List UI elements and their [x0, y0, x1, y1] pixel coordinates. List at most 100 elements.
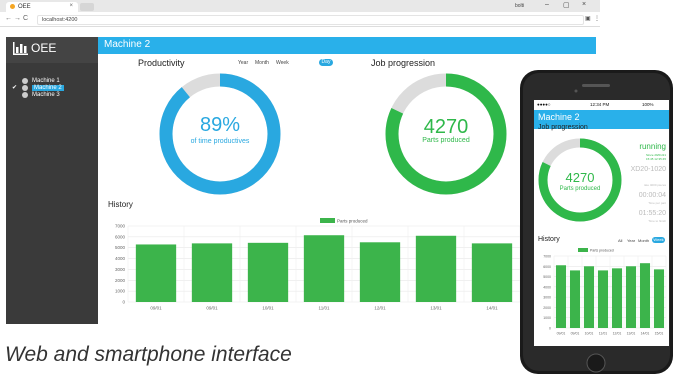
tab-week[interactable]: Week [276, 60, 289, 66]
phone-history-legend-swatch [578, 248, 588, 252]
history-bar [471, 243, 513, 302]
close-window-icon[interactable]: × [582, 1, 586, 8]
browser-tab[interactable]: OEE × [6, 2, 78, 12]
state-detail-2: 15:45 12:35:45 [645, 157, 666, 161]
history-x-tick-label: 11/01 [319, 306, 330, 311]
forward-icon[interactable]: → [14, 15, 21, 22]
machine-item-2[interactable]: ✔ Machine 2 [12, 85, 96, 92]
tab-year[interactable]: Year [238, 60, 248, 66]
history-y-tick-label: 3000 [115, 267, 126, 272]
phone-history-bar [555, 265, 567, 328]
new-tab-button[interactable] [80, 3, 94, 11]
machine-gear-icon [22, 85, 28, 91]
machine-checkbox[interactable] [12, 78, 19, 84]
history-x-tick-label: 10/01 [262, 306, 274, 311]
tab-month[interactable]: Month [255, 60, 269, 66]
machine-state: running [639, 142, 666, 151]
machine-list: Machine 1 ✔ Machine 2 Machine 3 [12, 78, 96, 99]
time-per-part-label: Time per part [648, 201, 666, 205]
phone-history-chart: Parts produced 0 1000 2000 3000 4000 5000 6000 7… [543, 248, 667, 336]
order-id: XD20-1020 [630, 166, 666, 173]
phone-history-x-tick-label: 14/01 [641, 332, 650, 336]
phone-tab-all[interactable]: All [618, 238, 622, 243]
phone-tab-year[interactable]: Year [627, 238, 635, 243]
history-y-tick-label: 1000 [115, 289, 126, 294]
job-progression-title: Job progression [371, 58, 436, 68]
phone-history-y-tick-label: 3000 [543, 296, 551, 300]
phone-history-y-tick-label: 0 [549, 327, 551, 331]
page-header [98, 37, 596, 54]
history-legend-swatch [320, 218, 335, 223]
menu-icon[interactable]: ⋮ [594, 15, 600, 22]
phone-history-y-tick-label: 5000 [543, 275, 551, 279]
history-y-tick-label: 7000 [115, 224, 126, 229]
history-bar [247, 242, 289, 302]
history-x-tick-label: 14/01 [486, 306, 498, 311]
phone-history-bar [653, 269, 665, 328]
page-title: Machine 2 [104, 39, 151, 50]
machine-gear-icon [22, 78, 28, 84]
machine-checkbox[interactable] [12, 92, 19, 98]
phone-history-x-tick-label: 09/01 [571, 332, 580, 336]
tab-day[interactable]: Day [319, 59, 333, 66]
back-icon[interactable]: ← [5, 15, 12, 22]
tab-close-icon[interactable]: × [69, 3, 73, 9]
reload-icon[interactable]: C [23, 15, 28, 22]
time-to-finish: 01:55:20 [638, 210, 666, 217]
phone-job-subtitle: Parts produced [559, 186, 601, 192]
phone-history-legend-label: Parts produced [590, 249, 614, 253]
machine-label: Machine 3 [32, 92, 60, 98]
machine-checkbox[interactable]: ✔ [12, 85, 19, 91]
phone-history-title: History [538, 236, 560, 243]
history-y-tick-label: 4000 [115, 256, 126, 261]
history-chart: Parts produced 0 1000 2000 3000 4000 5000 6000 7… [115, 218, 521, 311]
history-y-tick-label: 2000 [115, 278, 126, 283]
maximize-icon[interactable]: ▢ [563, 1, 570, 9]
productivity-subtitle: of time productives [190, 138, 250, 145]
productivity-title: Productivity [138, 58, 185, 68]
history-x-tick-label: 12/01 [374, 306, 386, 311]
phone-history-bar [625, 266, 637, 328]
signal-icon: ●●●●○ [537, 102, 551, 107]
machine-label: Machine 2 [32, 85, 64, 91]
phone-history-bar [569, 270, 581, 328]
history-y-tick-label: 0 [122, 300, 125, 305]
history-y-tick-label: 5000 [115, 245, 126, 250]
phone-history-bar [597, 270, 609, 328]
camera-icon [574, 89, 578, 93]
phone-history-x-tick-label: 10/01 [585, 332, 594, 336]
tab-title: OEE [18, 4, 31, 10]
browser-user-label[interactable]: bolti [515, 3, 524, 9]
history-bar [303, 235, 345, 302]
job-value: 4270 [423, 116, 469, 138]
history-x-tick-label: 13/01 [430, 306, 442, 311]
history-legend-label: Parts produced [337, 219, 368, 224]
extension-icon[interactable]: ▣ [585, 15, 591, 22]
home-button-icon [586, 353, 606, 373]
history-title: History [108, 200, 133, 209]
minimize-icon[interactable]: – [545, 1, 549, 8]
machine-label: Machine 1 [32, 78, 60, 84]
phone-history-y-tick-label: 7000 [543, 255, 551, 259]
phone-section-title: Job progression [538, 124, 588, 131]
history-bar [135, 244, 177, 302]
smartphone: ●●●●○ 12:34 PM 100% Machine 2 Job progre… [518, 68, 675, 376]
address-url: localhost:4200 [42, 17, 78, 23]
history-bar [415, 235, 457, 302]
address-bar[interactable]: localhost:4200 [37, 15, 584, 25]
battery-label: 100% [642, 102, 654, 107]
history-x-tick-label: 09/01 [150, 306, 162, 311]
bar-chart-logo-icon [13, 42, 28, 55]
phone-tab-month[interactable]: Month [638, 238, 649, 243]
phone-history-y-tick-label: 1000 [543, 316, 551, 320]
machine-item-1[interactable]: Machine 1 [12, 78, 96, 85]
phone-history-x-tick-label: 12/01 [613, 332, 622, 336]
phone-tab-week[interactable]: Week [652, 237, 665, 243]
phone-history-y-tick-label: 4000 [543, 285, 551, 289]
phone-screen: ●●●●○ 12:34 PM 100% Machine 2 Job progre… [534, 100, 669, 346]
machine-item-3[interactable]: Machine 3 [12, 92, 96, 99]
phone-job-value: 4270 [565, 170, 595, 185]
phone-history-bar [583, 266, 595, 328]
history-bar [359, 242, 401, 302]
machine-gear-icon [22, 92, 28, 98]
